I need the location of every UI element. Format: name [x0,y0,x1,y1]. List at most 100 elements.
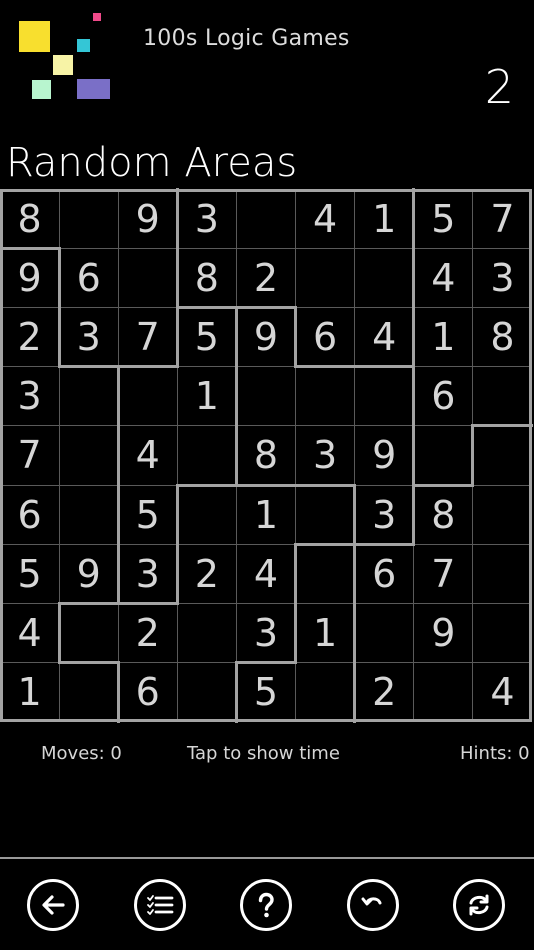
grid-cell[interactable]: 2 [177,544,236,603]
grid-cell[interactable] [59,189,118,248]
grid-cell[interactable] [473,604,532,663]
grid-cell[interactable]: 3 [473,248,532,307]
grid-cell[interactable]: 2 [118,604,177,663]
grid-cell[interactable]: 8 [414,485,473,544]
grid-cell[interactable]: 4 [118,426,177,485]
grid-cell[interactable]: 6 [296,307,355,366]
grid-cell[interactable]: 2 [355,663,414,722]
grid-cell[interactable]: 7 [414,544,473,603]
grid-cell[interactable] [236,367,295,426]
region-border [116,424,120,487]
grid-cell[interactable]: 9 [355,426,414,485]
grid-cell[interactable] [59,426,118,485]
undo-button[interactable] [347,879,399,931]
timer-toggle[interactable]: Tap to show time [187,743,340,764]
grid-cell[interactable]: 1 [0,663,59,722]
grid-cell[interactable]: 6 [59,248,118,307]
grid-cell[interactable] [296,544,355,603]
grid-cell[interactable]: 4 [236,544,295,603]
grid-cell[interactable]: 1 [236,485,295,544]
grid-cell[interactable]: 4 [296,189,355,248]
grid-cell[interactable] [414,663,473,722]
grid-cell[interactable]: 9 [0,248,59,307]
grid-cell[interactable]: 3 [296,426,355,485]
region-border [0,719,532,722]
grid-cell[interactable]: 7 [473,189,532,248]
grid-cell[interactable]: 5 [236,663,295,722]
grid-cell[interactable]: 1 [177,367,236,426]
grid-cell[interactable] [59,663,118,722]
grid-cell[interactable] [177,604,236,663]
grid-cell[interactable] [355,367,414,426]
grid-cell[interactable]: 3 [0,367,59,426]
grid-cell[interactable]: 7 [118,307,177,366]
grid-cell[interactable] [473,485,532,544]
grid-cell[interactable]: 1 [296,604,355,663]
grid-cell[interactable]: 4 [355,307,414,366]
help-button[interactable] [240,879,292,931]
grid-cell[interactable]: 3 [236,604,295,663]
grid-cell[interactable] [473,544,532,603]
grid-cell[interactable]: 6 [118,663,177,722]
grid-cell[interactable] [296,485,355,544]
region-border [175,187,179,250]
grid-cell[interactable]: 3 [59,307,118,366]
grid-cell[interactable]: 6 [414,367,473,426]
grid-cell[interactable] [236,189,295,248]
menu-button[interactable] [134,879,186,931]
grid-cell[interactable]: 4 [0,604,59,663]
grid-cell[interactable]: 7 [0,426,59,485]
grid-cell[interactable]: 5 [177,307,236,366]
grid-cell[interactable]: 1 [414,307,473,366]
grid-cell[interactable] [473,426,532,485]
grid-cell[interactable]: 8 [0,189,59,248]
grid-cell[interactable] [118,367,177,426]
grid-cell[interactable] [59,604,118,663]
grid-cell[interactable]: 9 [118,189,177,248]
grid-cell[interactable]: 8 [236,426,295,485]
region-border [234,365,238,428]
grid-cell[interactable] [118,248,177,307]
grid-cell[interactable]: 5 [414,189,473,248]
grid-cell[interactable] [355,248,414,307]
grid-cell[interactable] [296,248,355,307]
grid-cell[interactable]: 5 [0,544,59,603]
app-name: 100s Logic Games [143,26,350,51]
grid-cell[interactable]: 6 [355,544,414,603]
grid-cell[interactable]: 3 [355,485,414,544]
back-button[interactable] [27,879,79,931]
grid-cell[interactable]: 8 [473,307,532,366]
grid-cell[interactable] [296,367,355,426]
region-border [294,542,357,546]
grid-cell[interactable]: 4 [414,248,473,307]
region-border [412,483,416,546]
grid-cell[interactable]: 9 [59,544,118,603]
region-border [0,189,3,722]
grid-cell[interactable]: 2 [236,248,295,307]
grid-cell[interactable]: 4 [473,663,532,722]
grid-cell[interactable]: 1 [355,189,414,248]
region-border [175,483,238,487]
region-border [57,305,61,369]
grid-cell[interactable] [177,663,236,722]
grid-cell[interactable]: 5 [118,485,177,544]
grid-cell[interactable]: 6 [0,485,59,544]
grid-cell[interactable]: 9 [236,307,295,366]
region-border [412,305,416,369]
grid-cell[interactable] [473,367,532,426]
grid-cell[interactable] [59,367,118,426]
grid-cell[interactable]: 9 [414,604,473,663]
grid-cell[interactable] [355,604,414,663]
grid-cell[interactable] [414,426,473,485]
grid-cell[interactable] [177,426,236,485]
grid-cell[interactable] [59,485,118,544]
grid-cell[interactable]: 2 [0,307,59,366]
grid-cell[interactable] [296,663,355,722]
grid-line [0,425,532,427]
refresh-button[interactable] [453,879,505,931]
grid-cell[interactable]: 3 [118,544,177,603]
grid-cell[interactable] [177,485,236,544]
logo-square-yellow [19,21,50,52]
grid-cell[interactable]: 8 [177,248,236,307]
grid-cell[interactable]: 3 [177,189,236,248]
